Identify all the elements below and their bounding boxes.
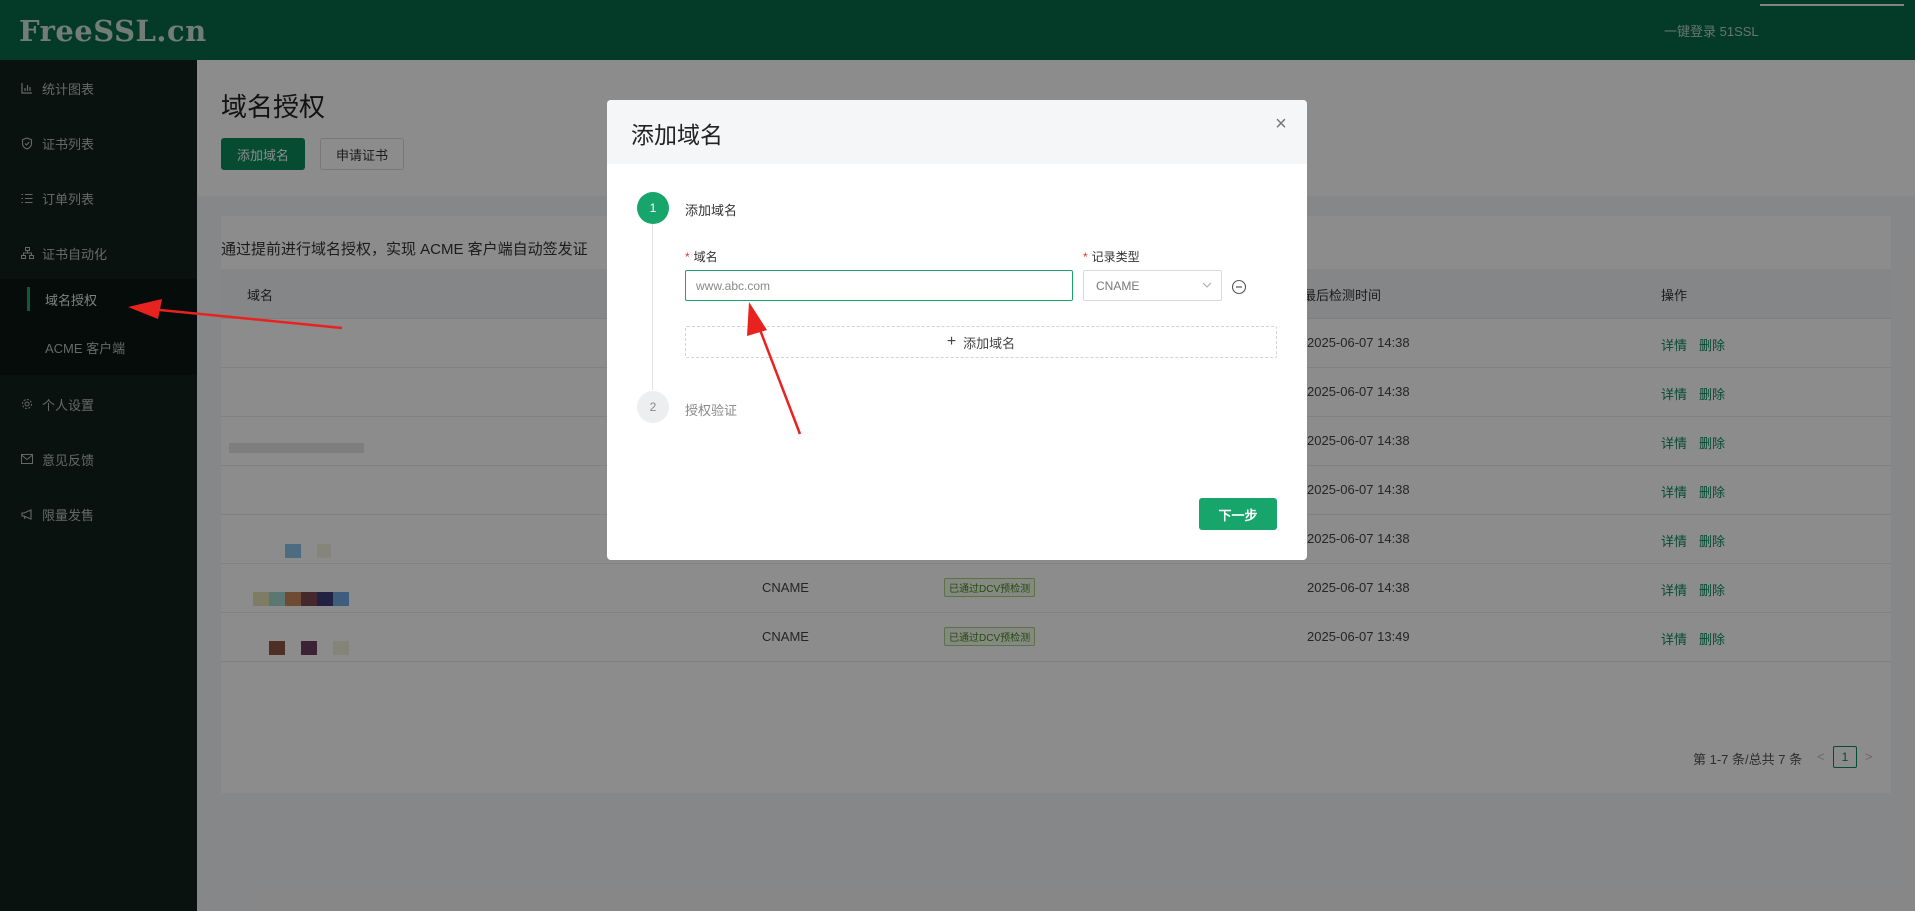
modal-header: 添加域名 × [607, 100, 1307, 164]
add-domain-modal: 添加域名 × 1 添加域名 * 域名 * 记录类型 www.abc.com CNAM… [607, 100, 1307, 560]
required-mark: * [1083, 250, 1088, 264]
step-1-label: 添加域名 [685, 203, 738, 218]
step-2-indicator: 2 [637, 391, 669, 423]
add-domain-row-label: 添加域名 [963, 335, 1016, 351]
required-mark: * [685, 250, 690, 264]
steps-connector [652, 224, 653, 390]
step-1-indicator: 1 [637, 192, 669, 224]
domain-field-label: * 域名 [685, 248, 718, 265]
record-type-select[interactable]: CNAME [1083, 270, 1222, 301]
record-type-label-text: 记录类型 [1091, 250, 1140, 264]
domain-label-text: 域名 [693, 250, 718, 264]
chevron-down-icon [1202, 282, 1212, 288]
modal-title: 添加域名 [631, 122, 723, 148]
add-domain-row-button[interactable]: + 添加域名 [685, 326, 1277, 358]
next-step-button[interactable]: 下一步 [1199, 498, 1277, 530]
plus-icon: + [946, 333, 957, 350]
step-2-label: 授权验证 [685, 403, 738, 418]
remove-circle-icon[interactable] [1231, 279, 1247, 295]
record-type-label: * 记录类型 [1083, 248, 1140, 265]
close-icon[interactable]: × [1271, 113, 1291, 135]
domain-input[interactable]: www.abc.com [685, 270, 1073, 301]
record-type-value: CNAME [1096, 278, 1140, 293]
